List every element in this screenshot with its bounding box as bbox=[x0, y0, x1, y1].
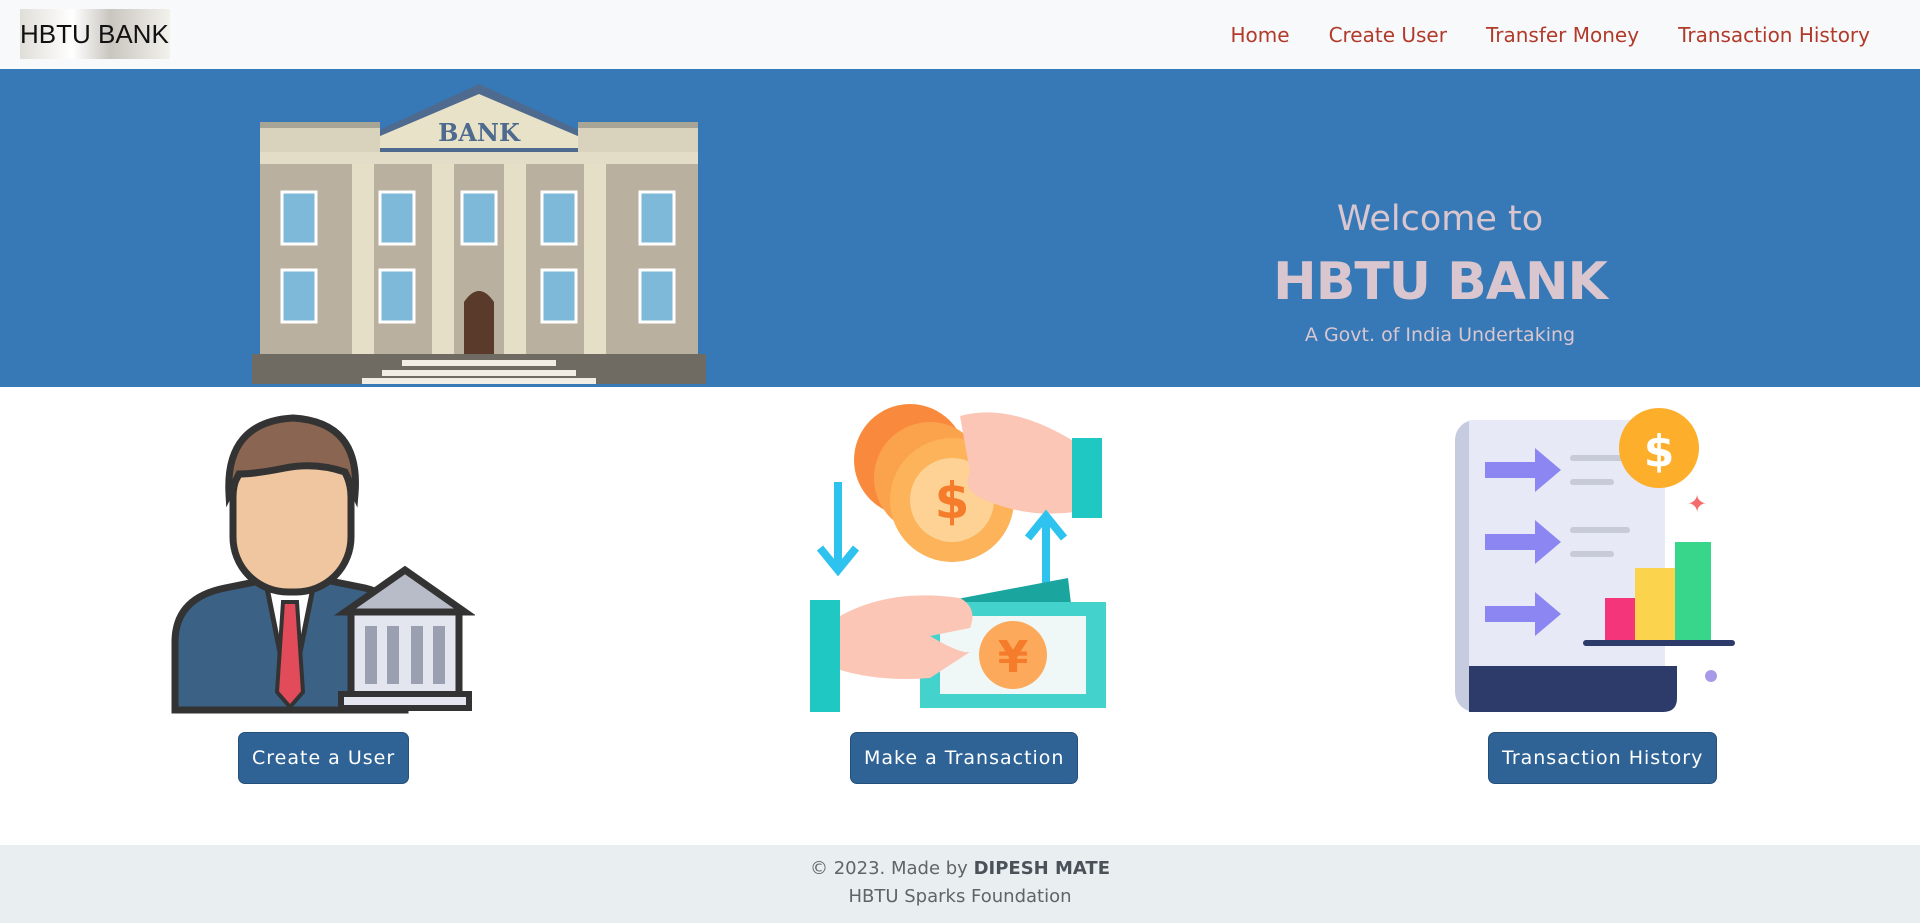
nav-link-create-user[interactable]: Create User bbox=[1329, 23, 1447, 47]
card-transaction-history: $ ✦ Transaction History bbox=[1390, 402, 1810, 802]
hero-banner: BANK Welcome to HBTU BANK A Govt. of Ind… bbox=[0, 69, 1920, 387]
footer-copyright-prefix: © 2023. Made by bbox=[809, 858, 968, 879]
nav-link-home[interactable]: Home bbox=[1231, 23, 1290, 47]
footer-author: DIPESH MATE bbox=[973, 858, 1111, 879]
brand-logo[interactable]: HBTU BANK bbox=[20, 9, 170, 59]
footer: © 2023. Made by DIPESH MATE HBTU Sparks … bbox=[0, 845, 1920, 923]
bank-building-icon: BANK bbox=[252, 84, 706, 384]
transaction-history-button[interactable]: Transaction History bbox=[1488, 732, 1718, 784]
svg-text:✦: ✦ bbox=[1687, 490, 1707, 518]
footer-org: HBTU Sparks Foundation bbox=[848, 886, 1072, 907]
make-transaction-button[interactable]: Make a Transaction bbox=[850, 732, 1079, 784]
nav-link-transaction-history[interactable]: Transaction History bbox=[1678, 23, 1870, 47]
user-bank-icon bbox=[171, 414, 475, 714]
svg-text:¥: ¥ bbox=[998, 632, 1029, 683]
welcome-text: Welcome to bbox=[1336, 199, 1544, 239]
money-transfer-icon: $ ¥ bbox=[810, 404, 1106, 712]
create-user-button[interactable]: Create a User bbox=[238, 732, 410, 784]
nav-links: Home Create User Transfer Money Transact… bbox=[1192, 0, 1871, 69]
bank-sign-text: BANK bbox=[438, 118, 521, 147]
card-create-user: Create a User bbox=[110, 402, 530, 802]
report-chart-icon: $ ✦ bbox=[1455, 408, 1735, 712]
footer-copyright: © 2023. Made by DIPESH MATE bbox=[0, 858, 1920, 879]
svg-text:$: $ bbox=[935, 472, 970, 530]
svg-text:$: $ bbox=[1644, 426, 1675, 477]
nav-link-transfer-money[interactable]: Transfer Money bbox=[1486, 23, 1639, 47]
card-make-transaction: $ ¥ Make a Transaction bbox=[750, 402, 1170, 802]
hero-tagline: A Govt. of India Undertaking bbox=[1304, 324, 1576, 346]
navbar: HBTU BANK Home Create User Transfer Mone… bbox=[0, 0, 1920, 69]
hero-title: HBTU BANK bbox=[1273, 252, 1608, 312]
